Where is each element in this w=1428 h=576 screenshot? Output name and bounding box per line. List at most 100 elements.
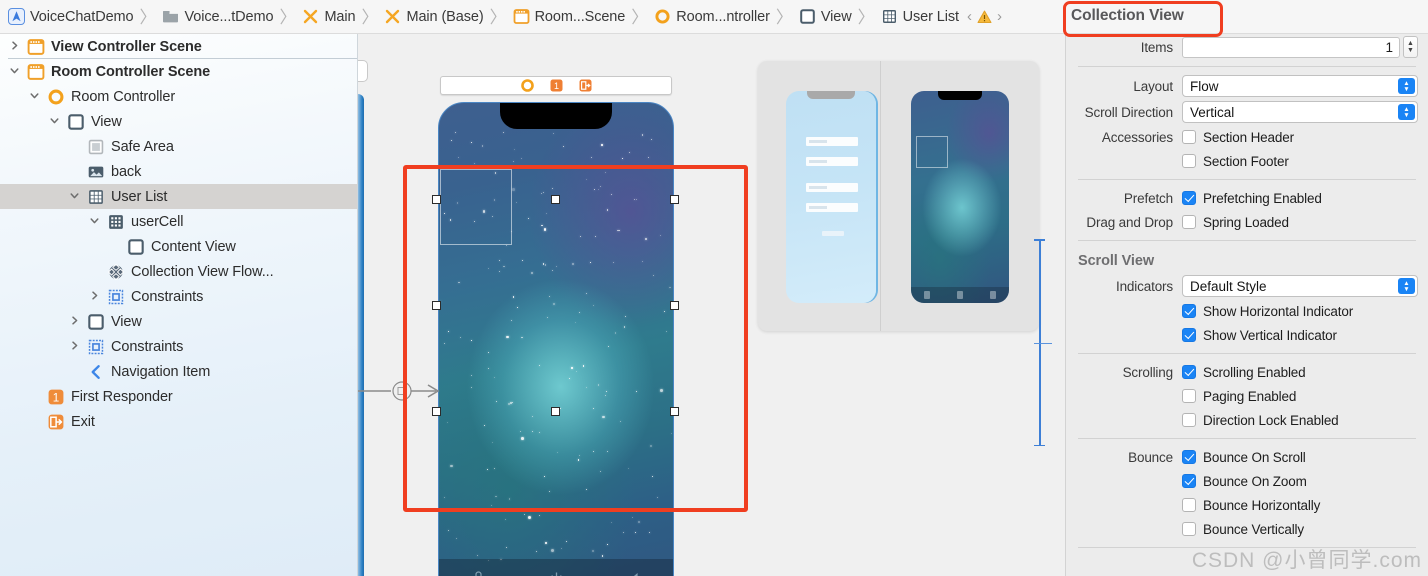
breadcrumb-item-room-scene[interactable]: Room...Scene <box>511 0 628 34</box>
checkbox-label: Bounce Horizontally <box>1203 497 1321 513</box>
outline-row-safe-area[interactable]: Safe Area <box>0 134 357 159</box>
outline-row-constraints[interactable]: Constraints <box>0 334 357 359</box>
chevron-down-icon[interactable] <box>28 90 41 103</box>
checkbox-label: Bounce On Scroll <box>1203 449 1306 465</box>
breadcrumb-item-main[interactable]: Main <box>300 0 357 34</box>
collection-view-icon <box>87 188 105 206</box>
exit-icon[interactable] <box>579 79 592 92</box>
storyboard-canvas[interactable]: 1 <box>358 34 1065 576</box>
outline-row-first-responder[interactable]: 1 First Responder <box>0 384 357 409</box>
bounce-horizontally-checkbox[interactable] <box>1182 498 1196 512</box>
inspector-checkbox-row: Drag and Drop Spring Loaded <box>1066 210 1428 234</box>
outline-row-content-view[interactable]: Content View <box>0 234 357 259</box>
constraint-bracket[interactable] <box>1034 239 1052 446</box>
inspector-row: Scroll Direction Vertical ▲ ▼ <box>1066 99 1428 125</box>
collection-cell-icon <box>107 213 125 231</box>
show-horizontal-indicator-checkbox[interactable] <box>1182 304 1196 318</box>
inspector-checkbox-row: Bounce Horizontally <box>1066 493 1428 517</box>
checkbox-label: Spring Loaded <box>1203 214 1289 230</box>
inspector-checkbox-row: Scrolling Scrolling Enabled <box>1066 360 1428 384</box>
outline-row-room-controller[interactable]: Room Controller <box>0 84 357 109</box>
chevron-down-icon[interactable] <box>68 190 81 203</box>
spring-loaded-checkbox[interactable] <box>1182 215 1196 229</box>
inspector-control: Vertical ▲ ▼ <box>1182 101 1418 123</box>
outline-row-constraints[interactable]: Constraints <box>0 284 357 309</box>
inspector-row: Layout Flow ▲ ▼ <box>1066 73 1428 99</box>
breadcrumb-item-voicechatdemo[interactable]: VoiceChatDemo <box>6 0 135 34</box>
section-header-checkbox[interactable] <box>1182 130 1196 144</box>
chevron-down-icon[interactable] <box>8 65 21 78</box>
breadcrumb-item-label: View <box>820 8 852 25</box>
resize-handle[interactable] <box>431 406 441 416</box>
device-bottom-toolbar <box>439 559 673 576</box>
navigation-item-icon <box>87 363 105 381</box>
warning-triangle-icon[interactable] <box>977 10 992 24</box>
view-icon <box>799 8 816 25</box>
outline-row-label: First Responder <box>71 388 173 405</box>
show-vertical-indicator-checkbox[interactable] <box>1182 328 1196 342</box>
power-icon <box>548 570 565 576</box>
inspector-control: Default Style ▲ ▼ <box>1182 275 1418 297</box>
resize-handle[interactable] <box>431 300 441 310</box>
outline-row-room-controller-scene[interactable]: Room Controller Scene <box>0 59 357 84</box>
back-arrow-icon[interactable]: ‹ <box>967 8 972 25</box>
bounce-on-zoom-checkbox[interactable] <box>1182 474 1196 488</box>
bounce-on-scroll-checkbox[interactable] <box>1182 450 1196 464</box>
outline-row-back[interactable]: back <box>0 159 357 184</box>
bounce-vertically-checkbox[interactable] <box>1182 522 1196 536</box>
mini-phone-room-screen[interactable] <box>911 91 1009 303</box>
outline-row-usercell[interactable]: userCell <box>0 209 357 234</box>
items-stepper[interactable]: ▲ ▼ <box>1403 36 1418 58</box>
view-controller-icon <box>47 88 65 106</box>
chevron-up-down-icon[interactable]: ▲ ▼ <box>1398 278 1415 294</box>
items-field[interactable]: 1 <box>1182 36 1400 58</box>
outline-row-collection-view-flow[interactable]: Collection View Flow... <box>0 259 357 284</box>
chevron-right-icon[interactable] <box>8 40 21 53</box>
chevron-right-icon[interactable] <box>68 340 81 353</box>
first-responder-icon[interactable]: 1 <box>550 79 563 92</box>
outline-row-view-controller-scene[interactable]: View Controller Scene <box>0 34 357 59</box>
view-controller-icon[interactable] <box>520 79 534 92</box>
resize-handle[interactable] <box>669 300 679 310</box>
resize-handle[interactable] <box>669 194 679 204</box>
breadcrumb-item-view[interactable]: View <box>797 0 854 34</box>
layout-popup[interactable]: Flow ▲ ▼ <box>1182 75 1418 97</box>
indicators-popup[interactable]: Default Style ▲ ▼ <box>1182 275 1418 297</box>
chevron-right-icon[interactable] <box>68 315 81 328</box>
breadcrumb-separator: 〉 <box>775 8 793 27</box>
document-outline-navigator[interactable]: View Controller Scene Room Controller Sce… <box>0 34 358 576</box>
paging-enabled-checkbox[interactable] <box>1182 389 1196 403</box>
breadcrumb-item-label: Room...ntroller <box>676 8 770 25</box>
resize-handle[interactable] <box>550 194 560 204</box>
breadcrumb-item-main-base[interactable]: Main (Base) <box>382 0 485 34</box>
direction-lock-enabled-checkbox[interactable] <box>1182 413 1196 427</box>
scroll-direction-popup[interactable]: Vertical ▲ ▼ <box>1182 101 1418 123</box>
chevron-right-icon[interactable] <box>88 290 101 303</box>
resize-handle[interactable] <box>669 406 679 416</box>
scene-dock-bar[interactable]: 1 <box>440 76 672 95</box>
outline-row-exit[interactable]: Exit <box>0 409 357 434</box>
prefetching-enabled-checkbox[interactable] <box>1182 191 1196 205</box>
resize-handle[interactable] <box>550 406 560 416</box>
attributes-inspector[interactable]: Items 1 ▲ ▼ Layout Flow ▲ ▼ Scroll Direction Vert… <box>1065 34 1428 576</box>
outline-row-user-list[interactable]: User List <box>0 184 357 209</box>
outline-row-label: Constraints <box>131 288 204 305</box>
breadcrumb-item-user-list[interactable]: User List <box>879 0 961 34</box>
outline-row-view[interactable]: View <box>0 109 357 134</box>
breadcrumb-item-voice-tdemo[interactable]: Voice...tDemo <box>160 0 275 34</box>
segue-connector[interactable] <box>358 380 442 402</box>
section-footer-checkbox[interactable] <box>1182 154 1196 168</box>
mini-phone-login-screen[interactable] <box>786 91 876 303</box>
popup-value: Vertical <box>1190 104 1235 120</box>
storyboard-mini-preview[interactable] <box>758 61 1039 331</box>
chevron-down-icon[interactable] <box>48 115 61 128</box>
chevron-down-icon[interactable] <box>88 215 101 228</box>
forward-arrow-icon[interactable]: › <box>997 8 1002 25</box>
resize-handle[interactable] <box>431 194 441 204</box>
scrolling-enabled-checkbox[interactable] <box>1182 365 1196 379</box>
outline-row-navigation-item[interactable]: Navigation Item <box>0 359 357 384</box>
outline-row-view[interactable]: View <box>0 309 357 334</box>
breadcrumb-item-room-ntroller[interactable]: Room...ntroller <box>652 0 772 34</box>
chevron-up-down-icon[interactable]: ▲ ▼ <box>1398 104 1415 120</box>
chevron-up-down-icon[interactable]: ▲ ▼ <box>1398 78 1415 94</box>
